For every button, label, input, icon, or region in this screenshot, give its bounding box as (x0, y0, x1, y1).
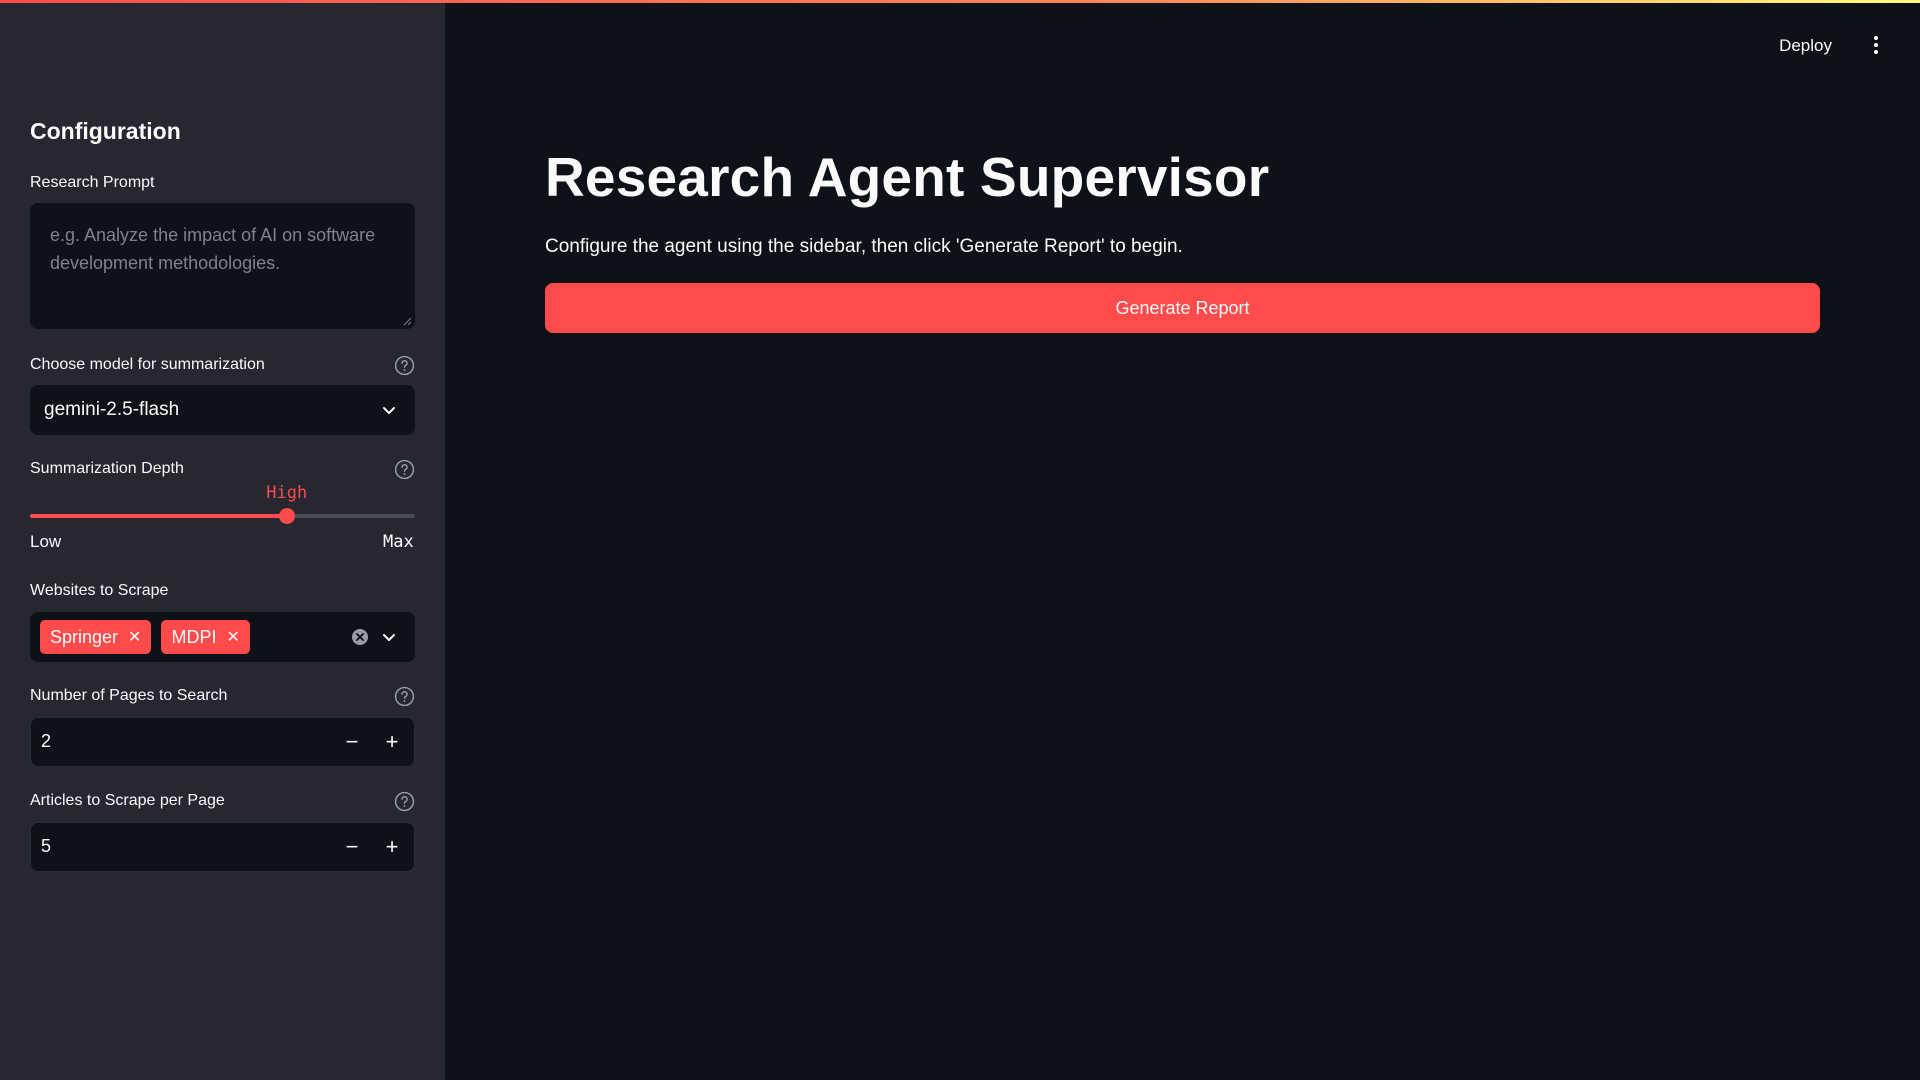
clear-all-icon[interactable] (351, 628, 369, 646)
depth-slider-thumb[interactable] (278, 508, 295, 524)
help-icon[interactable] (394, 686, 415, 707)
chevron-down-icon (383, 407, 395, 414)
remove-tag-icon[interactable]: ✕ (226, 627, 239, 647)
pages-label: Number of Pages to Search (30, 687, 228, 704)
website-tag: Springer ✕ (40, 620, 152, 654)
slider-value-label: High (266, 483, 308, 503)
slider-min-label: Low (30, 532, 62, 551)
decrement-button[interactable]: − (332, 718, 372, 766)
website-tag-label: MDPI (171, 626, 217, 647)
websites-label: Websites to Scrape (30, 582, 169, 599)
research-prompt-placeholder: e.g. Analyze the impact of AI on softwar… (50, 225, 376, 273)
website-tag-label: Springer (50, 626, 119, 647)
generate-report-button[interactable]: Generate Report (545, 283, 1820, 333)
help-icon[interactable] (394, 791, 415, 812)
increment-button[interactable]: + (372, 718, 412, 766)
model-label: Choose model for summarization (30, 356, 265, 373)
help-icon[interactable] (394, 459, 415, 480)
depth-slider-track[interactable] (30, 508, 415, 524)
main-area: Deploy Research Agent Supervisor Configu… (445, 0, 1920, 1080)
sidebar-title: Configuration (30, 118, 181, 144)
websites-multiselect[interactable]: Springer ✕ MDPI ✕ (30, 612, 415, 662)
top-decoration-stripe (0, 0, 1920, 3)
model-selected-value: gemini-2.5-flash (44, 399, 180, 420)
remove-tag-icon[interactable]: ✕ (128, 627, 141, 647)
intro-text: Configure the agent using the sidebar, t… (545, 236, 1183, 257)
model-select[interactable]: gemini-2.5-flash (30, 385, 415, 435)
depth-label: Summarization Depth (30, 460, 184, 477)
slider-max-label: Max (383, 532, 414, 552)
depth-slider-fill (30, 514, 287, 518)
articles-value[interactable]: 5 (41, 836, 51, 857)
pages-number-input[interactable]: 2 − + (30, 717, 415, 767)
website-tag: MDPI ✕ (161, 620, 250, 654)
help-icon[interactable] (394, 355, 415, 376)
increment-button[interactable]: + (372, 823, 412, 871)
pages-value[interactable]: 2 (41, 731, 51, 752)
deploy-button[interactable]: Deploy (1771, 32, 1840, 60)
research-prompt-textarea[interactable]: e.g. Analyze the impact of AI on softwar… (30, 203, 415, 329)
kebab-menu-icon[interactable] (1868, 33, 1884, 57)
sidebar: Configuration Research Prompt e.g. Analy… (0, 0, 445, 1080)
research-prompt-label: Research Prompt (30, 174, 155, 191)
articles-number-input[interactable]: 5 − + (30, 822, 415, 872)
page-title: Research Agent Supervisor (545, 146, 1270, 208)
articles-label: Articles to Scrape per Page (30, 792, 225, 809)
resize-grip-icon[interactable] (403, 317, 412, 326)
chevron-down-icon[interactable] (381, 629, 397, 645)
decrement-button[interactable]: − (332, 823, 372, 871)
